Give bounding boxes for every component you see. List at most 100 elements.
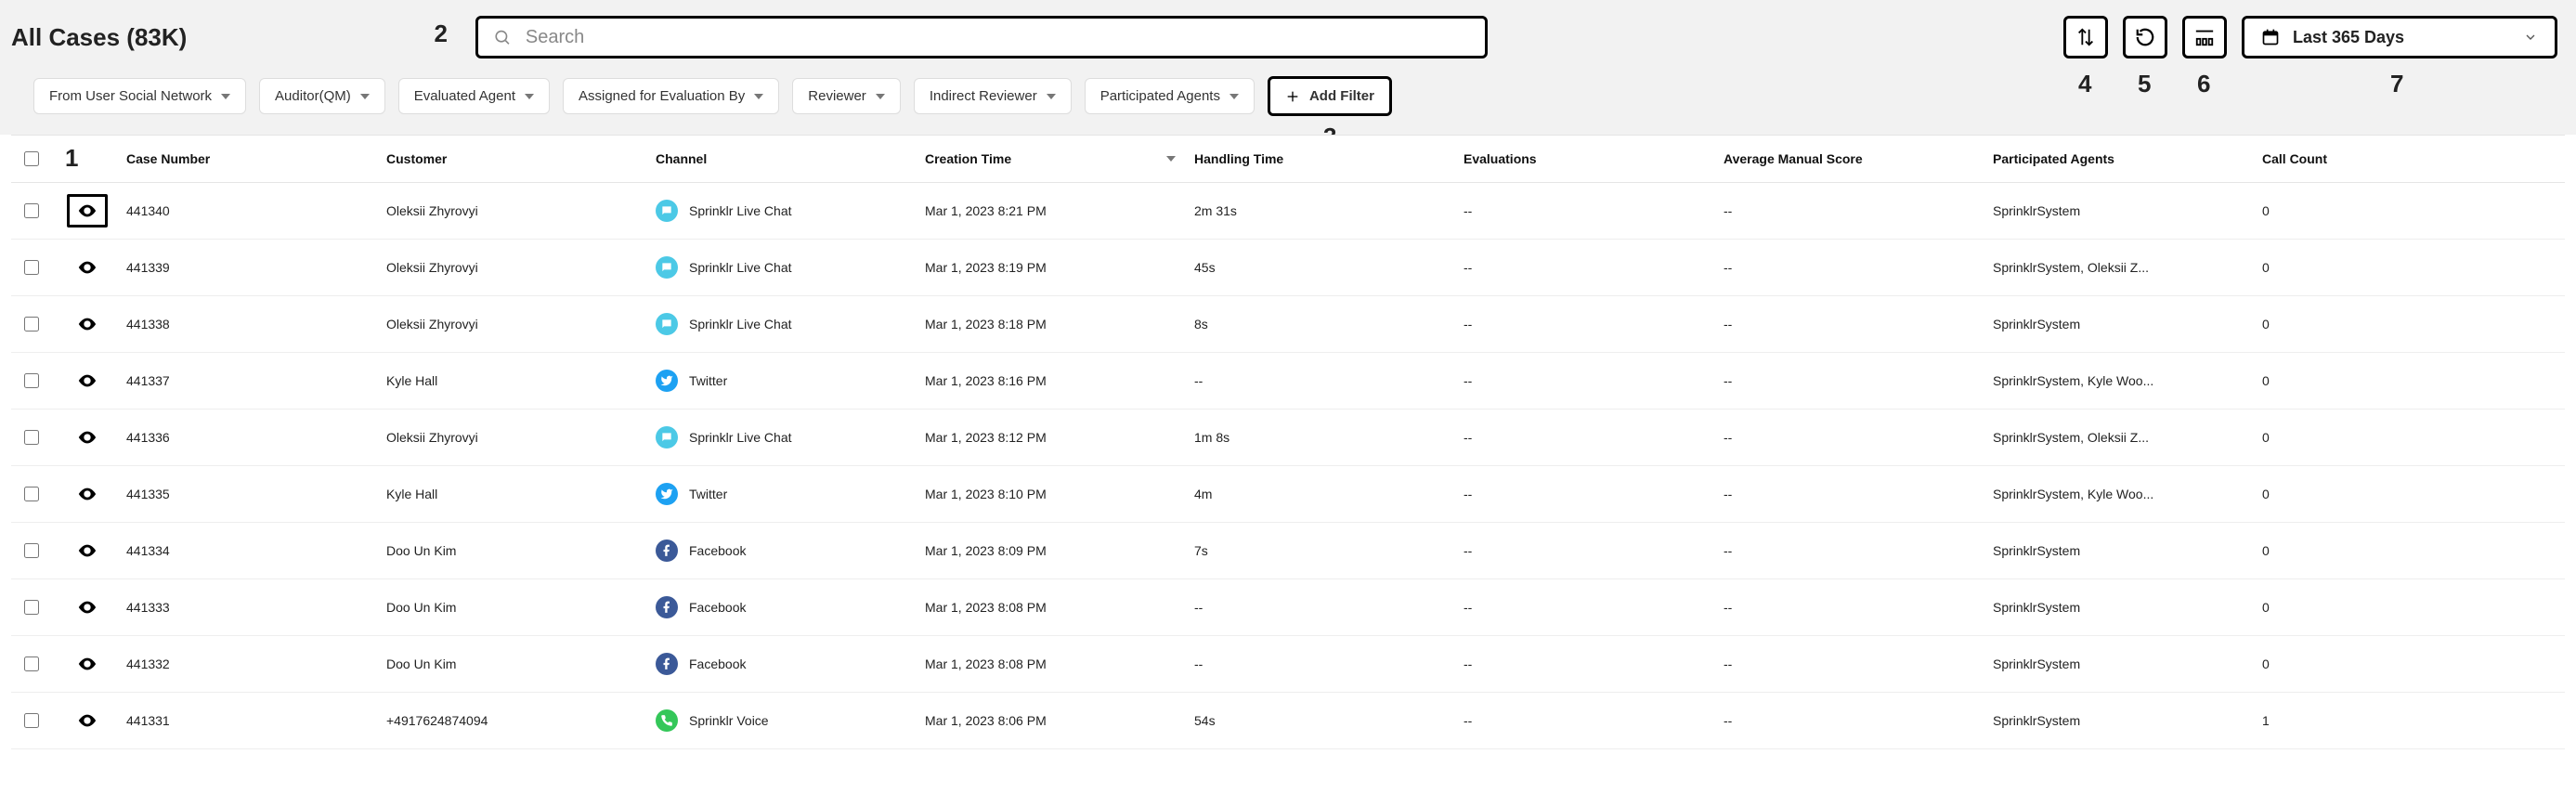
add-filter-button[interactable]: Add Filter [1268,76,1392,116]
cell-call-count: 0 [2253,636,2565,693]
preview-button[interactable] [67,421,108,454]
row-checkbox[interactable] [24,487,39,501]
col-agents[interactable]: Participated Agents [1984,135,2253,183]
col-case-number[interactable]: Case Number [117,135,377,183]
col-call-count[interactable]: Call Count [2253,135,2565,183]
refresh-button[interactable] [2123,16,2167,58]
row-checkbox[interactable] [24,713,39,728]
cell-creation-time: Mar 1, 2023 8:12 PM [916,410,1185,466]
cell-avg-score: -- [1714,579,1984,636]
preview-button[interactable] [67,534,108,567]
col-evaluations[interactable]: Evaluations [1454,135,1714,183]
cell-channel: Sprinklr Live Chat [656,426,906,448]
cell-creation-time: Mar 1, 2023 8:18 PM [916,296,1185,353]
search-input[interactable] [524,26,1470,49]
filter-label: Auditor(QM) [275,88,351,104]
table-row[interactable]: 441334Doo Un KimFacebookMar 1, 2023 8:09… [11,523,2565,579]
facebook-icon [656,540,678,562]
col-creation-time[interactable]: Creation Time [916,135,1185,183]
col-handling-time[interactable]: Handling Time [1185,135,1454,183]
filter-chip[interactable]: Auditor(QM) [259,78,385,114]
col-avg-score[interactable]: Average Manual Score [1714,135,1984,183]
preview-button[interactable] [67,251,108,284]
select-all-checkbox[interactable] [24,151,39,166]
col-customer[interactable]: Customer [377,135,646,183]
cell-call-count: 0 [2253,240,2565,296]
cell-handling-time: 7s [1185,523,1454,579]
cell-agents: SprinklrSystem [1984,296,2253,353]
table-row[interactable]: 441337Kyle HallTwitterMar 1, 2023 8:16 P… [11,353,2565,410]
cell-channel: Facebook [656,596,906,618]
filter-chip[interactable]: Assigned for Evaluation By [563,78,779,114]
cell-handling-time: 1m 8s [1185,410,1454,466]
cell-handling-time: 2m 31s [1185,183,1454,240]
filter-chip[interactable]: Participated Agents [1085,78,1255,114]
sort-icon [2075,27,2096,47]
search-icon [493,28,511,46]
cell-case-number: 441334 [117,523,377,579]
facebook-icon [656,596,678,618]
preview-button[interactable] [67,364,108,397]
row-checkbox[interactable] [24,600,39,615]
cell-customer: Doo Un Kim [377,579,646,636]
filter-chip[interactable]: Evaluated Agent [398,78,550,114]
preview-button[interactable] [67,591,108,624]
table-row[interactable]: 441338Oleksii ZhyrovyiSprinklr Live Chat… [11,296,2565,353]
filter-chip[interactable]: From User Social Network [33,78,246,114]
cell-handling-time: -- [1185,579,1454,636]
cell-avg-score: -- [1714,410,1984,466]
sort-button[interactable] [2063,16,2108,58]
cell-agents: SprinklrSystem, Kyle Woo... [1984,353,2253,410]
filter-chip[interactable]: Indirect Reviewer [914,78,1072,114]
preview-button[interactable] [67,194,108,228]
table-row[interactable]: 441339Oleksii ZhyrovyiSprinklr Live Chat… [11,240,2565,296]
cell-evaluations: -- [1454,693,1714,749]
columns-button[interactable] [2182,16,2227,58]
filter-label: Assigned for Evaluation By [579,88,745,104]
table-row[interactable]: 441336Oleksii Zhyrovyi Sprinklr Live Chat… [11,410,2565,466]
row-checkbox[interactable] [24,373,39,388]
cell-agents: SprinklrSystem [1984,636,2253,693]
row-checkbox[interactable] [24,430,39,445]
row-checkbox[interactable] [24,543,39,558]
cell-handling-time: -- [1185,353,1454,410]
cell-handling-time: 45s [1185,240,1454,296]
table-row[interactable]: 441335Kyle HallTwitterMar 1, 2023 8:10 P… [11,466,2565,523]
cell-creation-time: Mar 1, 2023 8:06 PM [916,693,1185,749]
row-checkbox[interactable] [24,260,39,275]
table-row[interactable]: 441333Doo Un KimFacebookMar 1, 2023 8:08… [11,579,2565,636]
date-range-button[interactable]: Last 365 Days [2242,16,2557,58]
chevron-down-icon [1229,94,1239,99]
row-checkbox[interactable] [24,656,39,671]
filter-label: Evaluated Agent [414,88,515,104]
table-row[interactable]: 441331+4917624874094Sprinklr VoiceMar 1,… [11,693,2565,749]
cell-case-number: 441340 [117,183,377,240]
preview-button[interactable] [67,307,108,341]
cell-channel: Sprinklr Live Chat [656,256,906,279]
preview-button[interactable] [67,647,108,681]
table-row[interactable]: 441332Doo Un KimFacebookMar 1, 2023 8:08… [11,636,2565,693]
cell-agents: SprinklrSystem [1984,693,2253,749]
col-channel[interactable]: Channel [646,135,916,183]
cell-customer: Doo Un Kim [377,636,646,693]
table-row[interactable]: 441340Oleksii ZhyrovyiSprinklr Live Chat… [11,183,2565,240]
cell-case-number: 441332 [117,636,377,693]
row-checkbox[interactable] [24,203,39,218]
preview-button[interactable] [67,704,108,737]
cell-case-number: 441336 [117,410,377,466]
filter-label: From User Social Network [49,88,212,104]
filter-chip[interactable]: Reviewer [792,78,901,114]
preview-button[interactable] [67,477,108,511]
search-box[interactable] [475,16,1488,58]
facebook-icon [656,653,678,675]
cell-agents: SprinklrSystem, Kyle Woo... [1984,466,2253,523]
cell-creation-time: Mar 1, 2023 8:08 PM [916,636,1185,693]
chevron-down-icon [221,94,230,99]
cell-call-count: 0 [2253,410,2565,466]
livechat-icon [656,426,678,448]
cell-customer: Oleksii Zhyrovyi [377,410,646,466]
cell-case-number: 441333 [117,579,377,636]
cell-agents: SprinklrSystem [1984,183,2253,240]
cell-agents: SprinklrSystem [1984,523,2253,579]
row-checkbox[interactable] [24,317,39,332]
